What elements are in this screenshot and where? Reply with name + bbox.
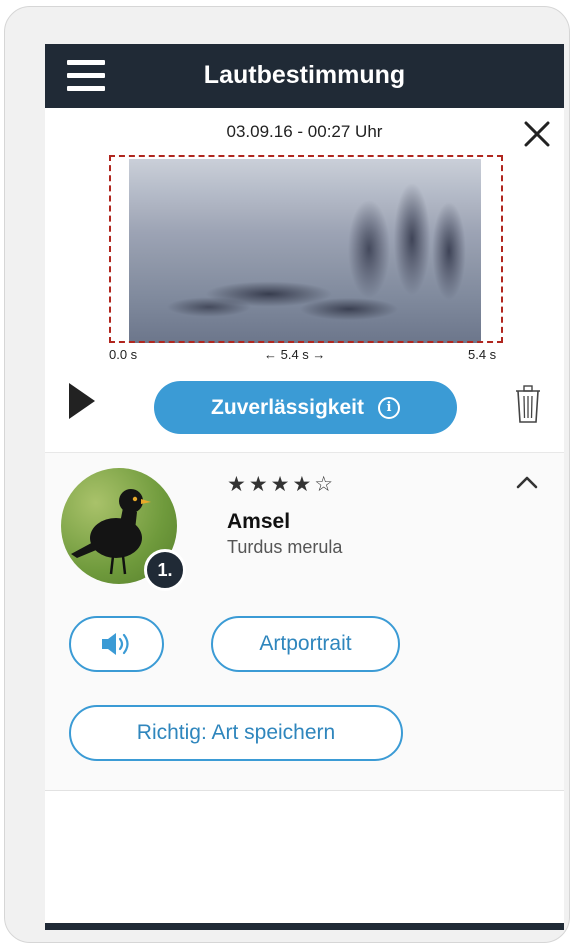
play-species-sound-button[interactable] [69, 616, 164, 672]
reliability-button[interactable]: Zuverlässigkeit i [154, 381, 457, 434]
time-axis-start: 0.0 s [109, 347, 138, 362]
save-species-button[interactable]: Richtig: Art speichern [69, 705, 403, 761]
rank-badge: 1. [144, 549, 186, 591]
device-frame: Lautbestimmung 03.09.16 - 00:27 Uhr 0.0 … [4, 6, 570, 943]
page-title: Lautbestimmung [203, 61, 406, 89]
species-common-name: Amsel [227, 510, 291, 533]
trash-icon[interactable] [515, 385, 541, 423]
selection-frame[interactable] [109, 155, 503, 343]
spectrogram-area[interactable] [109, 155, 503, 344]
bottom-bar [45, 923, 564, 930]
recording-datetime: 03.09.16 - 00:27 Uhr [226, 122, 383, 141]
reliability-label: Zuverlässigkeit [211, 395, 364, 419]
time-axis-end: 5.4 s [468, 347, 497, 362]
section-divider [45, 790, 564, 791]
time-axis-duration: ← 5.4 s → [264, 347, 326, 362]
speaker-icon [101, 633, 129, 655]
app-header: Lautbestimmung [45, 44, 564, 108]
artportrait-button[interactable]: Artportrait [211, 616, 400, 672]
confidence-stars: ★★★★☆ [227, 472, 337, 496]
app-screen: Lautbestimmung 03.09.16 - 00:27 Uhr 0.0 … [45, 44, 564, 930]
species-latin-name: Turdus merula [227, 537, 343, 557]
chevron-up-icon[interactable] [515, 474, 539, 490]
play-icon[interactable] [67, 381, 97, 421]
info-icon: i [377, 396, 400, 419]
close-icon[interactable] [521, 118, 553, 150]
